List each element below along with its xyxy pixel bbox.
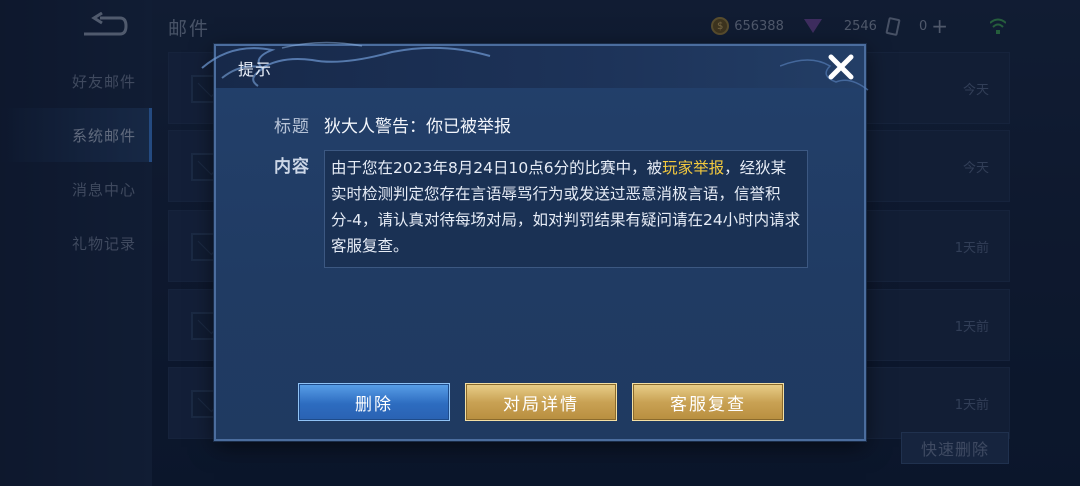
close-icon[interactable] xyxy=(824,50,858,84)
support-review-button[interactable]: 客服复查 xyxy=(632,383,784,421)
notice-dialog: 提示 标题 狄大人警告：你已被举报 内容 由于您在2023年8月24日10点6分… xyxy=(201,41,869,441)
delete-button[interactable]: 删除 xyxy=(298,383,450,421)
match-details-button[interactable]: 对局详情 xyxy=(465,383,617,421)
dialog-header xyxy=(216,46,864,88)
mail-content: 由于您在2023年8月24日10点6分的比赛中，被玩家举报，经狄某实时检测判定您… xyxy=(324,150,808,268)
subject-label: 标题 xyxy=(274,117,310,137)
dialog-title: 提示 xyxy=(238,60,273,79)
highlight-text: 玩家举报 xyxy=(662,159,725,177)
mail-subject: 狄大人警告：你已被举报 xyxy=(324,117,511,137)
content-label: 内容 xyxy=(274,157,310,177)
